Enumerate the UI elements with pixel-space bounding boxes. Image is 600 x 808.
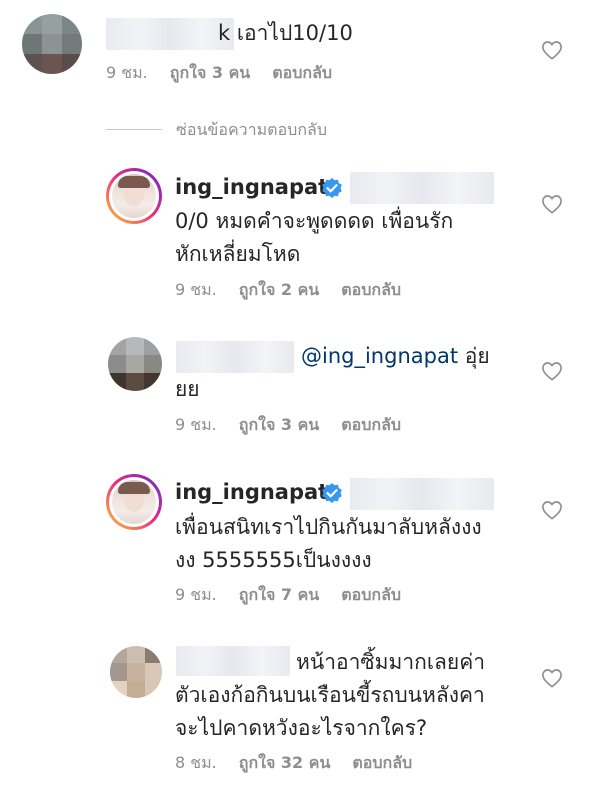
user-avatar[interactable] <box>106 168 162 224</box>
comment-meta: 9 ชม. ถูกใจ 3 คน ตอบกลับ <box>175 413 401 438</box>
heart-outline-icon[interactable] <box>541 668 563 688</box>
reply-button[interactable]: ตอบกลับ <box>341 585 401 604</box>
blurred-username <box>176 341 294 373</box>
blurred-username <box>106 18 234 50</box>
comment-time: 9 ชม. <box>175 585 217 604</box>
comment-username[interactable]: ing_ingnapat <box>175 175 328 199</box>
blurred-mention <box>350 172 494 204</box>
likes-count-button[interactable]: ถูกใจ 32 คน <box>239 753 331 772</box>
comment-time: 8 ชม. <box>175 753 217 772</box>
comment-text: หน้าอาซิ้มมากเลยค่า <box>296 650 486 674</box>
comment-meta: 9 ชม. ถูกใจ 2 คน ตอบกลับ <box>175 278 401 303</box>
mention-link[interactable]: @ing_ingnapat <box>301 344 458 368</box>
comment-time: 9 ชม. <box>175 280 217 299</box>
comment-meta: 9 ชม. ถูกใจ 3 คน ตอบกลับ <box>106 61 332 86</box>
reply-button[interactable]: ตอบกลับ <box>341 280 401 299</box>
reply-button[interactable]: ตอบกลับ <box>352 753 412 772</box>
comment-text: k เอาไป10/10 <box>218 21 353 45</box>
comment-text: หักเหลี่ยมโหด <box>175 242 301 266</box>
commenter-avatar[interactable] <box>110 646 162 698</box>
comment-text: ตัวเองก้อกินบนเรือนขี้รถบนหลังคา <box>175 683 485 707</box>
reply-button[interactable]: ตอบกลับ <box>341 415 401 434</box>
comment-username[interactable]: ing_ingnapat <box>175 480 328 504</box>
comment-meta: 9 ชม. ถูกใจ 7 คน ตอบกลับ <box>175 583 401 608</box>
comment-text: 0/0 หมดคำจะพูดดดด เพื่อนรัก <box>175 209 454 233</box>
commenter-avatar[interactable] <box>108 337 162 391</box>
likes-count-button[interactable]: ถูกใจ 3 คน <box>170 63 250 82</box>
reply-button[interactable]: ตอบกลับ <box>272 63 332 82</box>
likes-count-button[interactable]: ถูกใจ 7 คน <box>239 585 319 604</box>
comment-time: 9 ชม. <box>175 415 217 434</box>
likes-count-button[interactable]: ถูกใจ 3 คน <box>239 415 319 434</box>
heart-outline-icon[interactable] <box>541 500 563 520</box>
likes-count-button[interactable]: ถูกใจ 2 คน <box>239 280 319 299</box>
comment-text-after: อุ่ย <box>464 344 490 368</box>
blurred-username <box>176 646 290 676</box>
user-avatar[interactable] <box>106 474 162 530</box>
comment-text: ยย <box>175 377 200 401</box>
heart-outline-icon[interactable] <box>541 361 563 381</box>
blurred-mention <box>350 478 494 510</box>
verified-badge-icon <box>322 483 342 503</box>
heart-outline-icon[interactable] <box>541 40 563 60</box>
commenter-avatar[interactable] <box>22 14 82 74</box>
comment-text: จะไปคาดหวังอะไรจากใคร? <box>175 716 428 740</box>
heart-outline-icon[interactable] <box>541 194 563 214</box>
verified-badge-icon <box>322 178 342 198</box>
comment-text: @ing_ingnapat อุ่ย <box>301 340 490 373</box>
comment-text: เพื่อนสนิทเราไปกินกันมาลับหลังงง <box>175 515 482 539</box>
comment-time: 9 ชม. <box>106 63 148 82</box>
comment-meta: 8 ชม. ถูกใจ 32 คน ตอบกลับ <box>175 751 412 776</box>
replies-divider <box>106 129 162 130</box>
comment-text: งง 5555555เป็นงงงง <box>175 548 372 572</box>
hide-replies-button[interactable]: ซ่อนข้อความตอบกลับ <box>176 118 327 143</box>
